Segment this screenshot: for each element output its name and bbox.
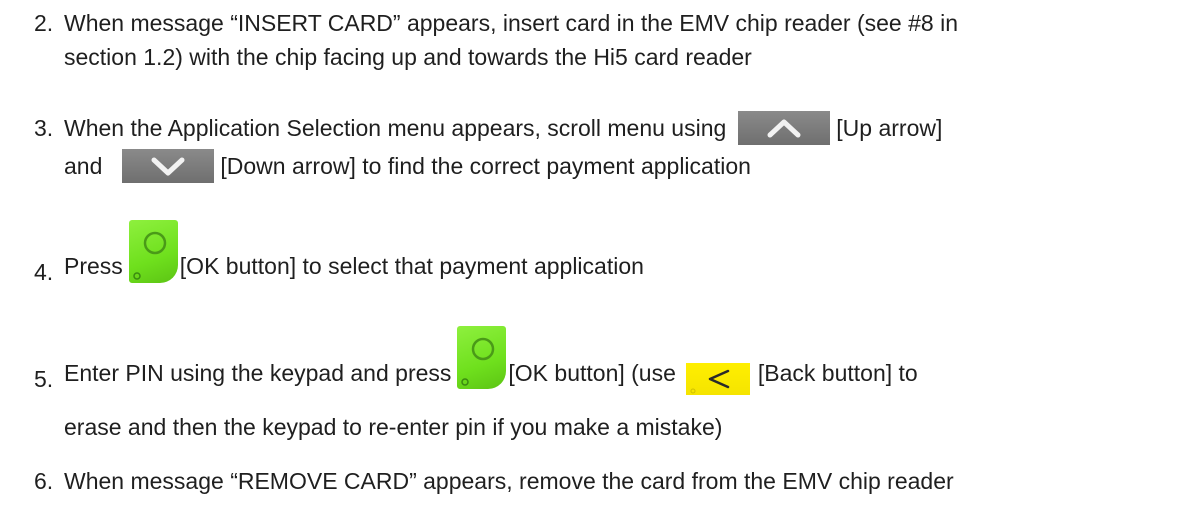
step-text-continued: and [Down arrow] to find the correct paym…	[64, 148, 751, 185]
back-button-icon	[685, 363, 750, 395]
down-arrow-icon	[122, 148, 215, 183]
step-number: 4.	[34, 259, 54, 285]
ok-button-icon	[128, 220, 178, 283]
step-text-part: When the Application Selection menu appe…	[64, 115, 727, 141]
step-number: 2.	[34, 10, 54, 36]
ok-button-label: [OK button] (use	[508, 360, 676, 386]
ok-button-icon	[457, 326, 507, 389]
step-text: Press [OK button] to select that payment …	[64, 220, 644, 283]
step-number: 3.	[34, 115, 54, 141]
ok-button-label: [OK button] to select that payment appli…	[179, 253, 644, 279]
step-number: 6.	[34, 468, 54, 494]
up-arrow-label: [Up arrow]	[836, 115, 943, 141]
step-text-part: and	[64, 153, 103, 179]
step-text: When message “REMOVE CARD” appears, remo…	[64, 468, 954, 494]
back-button-label: [Back button] to	[757, 360, 918, 386]
down-arrow-label: [Down arrow] to find the correct payment…	[220, 153, 751, 179]
step-text-continued: section 1.2) with the chip facing up and…	[64, 44, 752, 70]
up-arrow-icon	[738, 110, 831, 145]
step-text-part: Press	[64, 253, 123, 279]
step-text-part: Enter PIN using the keypad and press	[64, 360, 452, 386]
step-text: When the Application Selection menu appe…	[64, 110, 943, 147]
step-number: 5.	[34, 366, 54, 392]
step-text: Enter PIN using the keypad and press [OK …	[64, 326, 918, 395]
step-text-continued: erase and then the keypad to re-enter pi…	[64, 414, 723, 440]
step-text: When message “INSERT CARD” appears, inse…	[64, 10, 958, 36]
